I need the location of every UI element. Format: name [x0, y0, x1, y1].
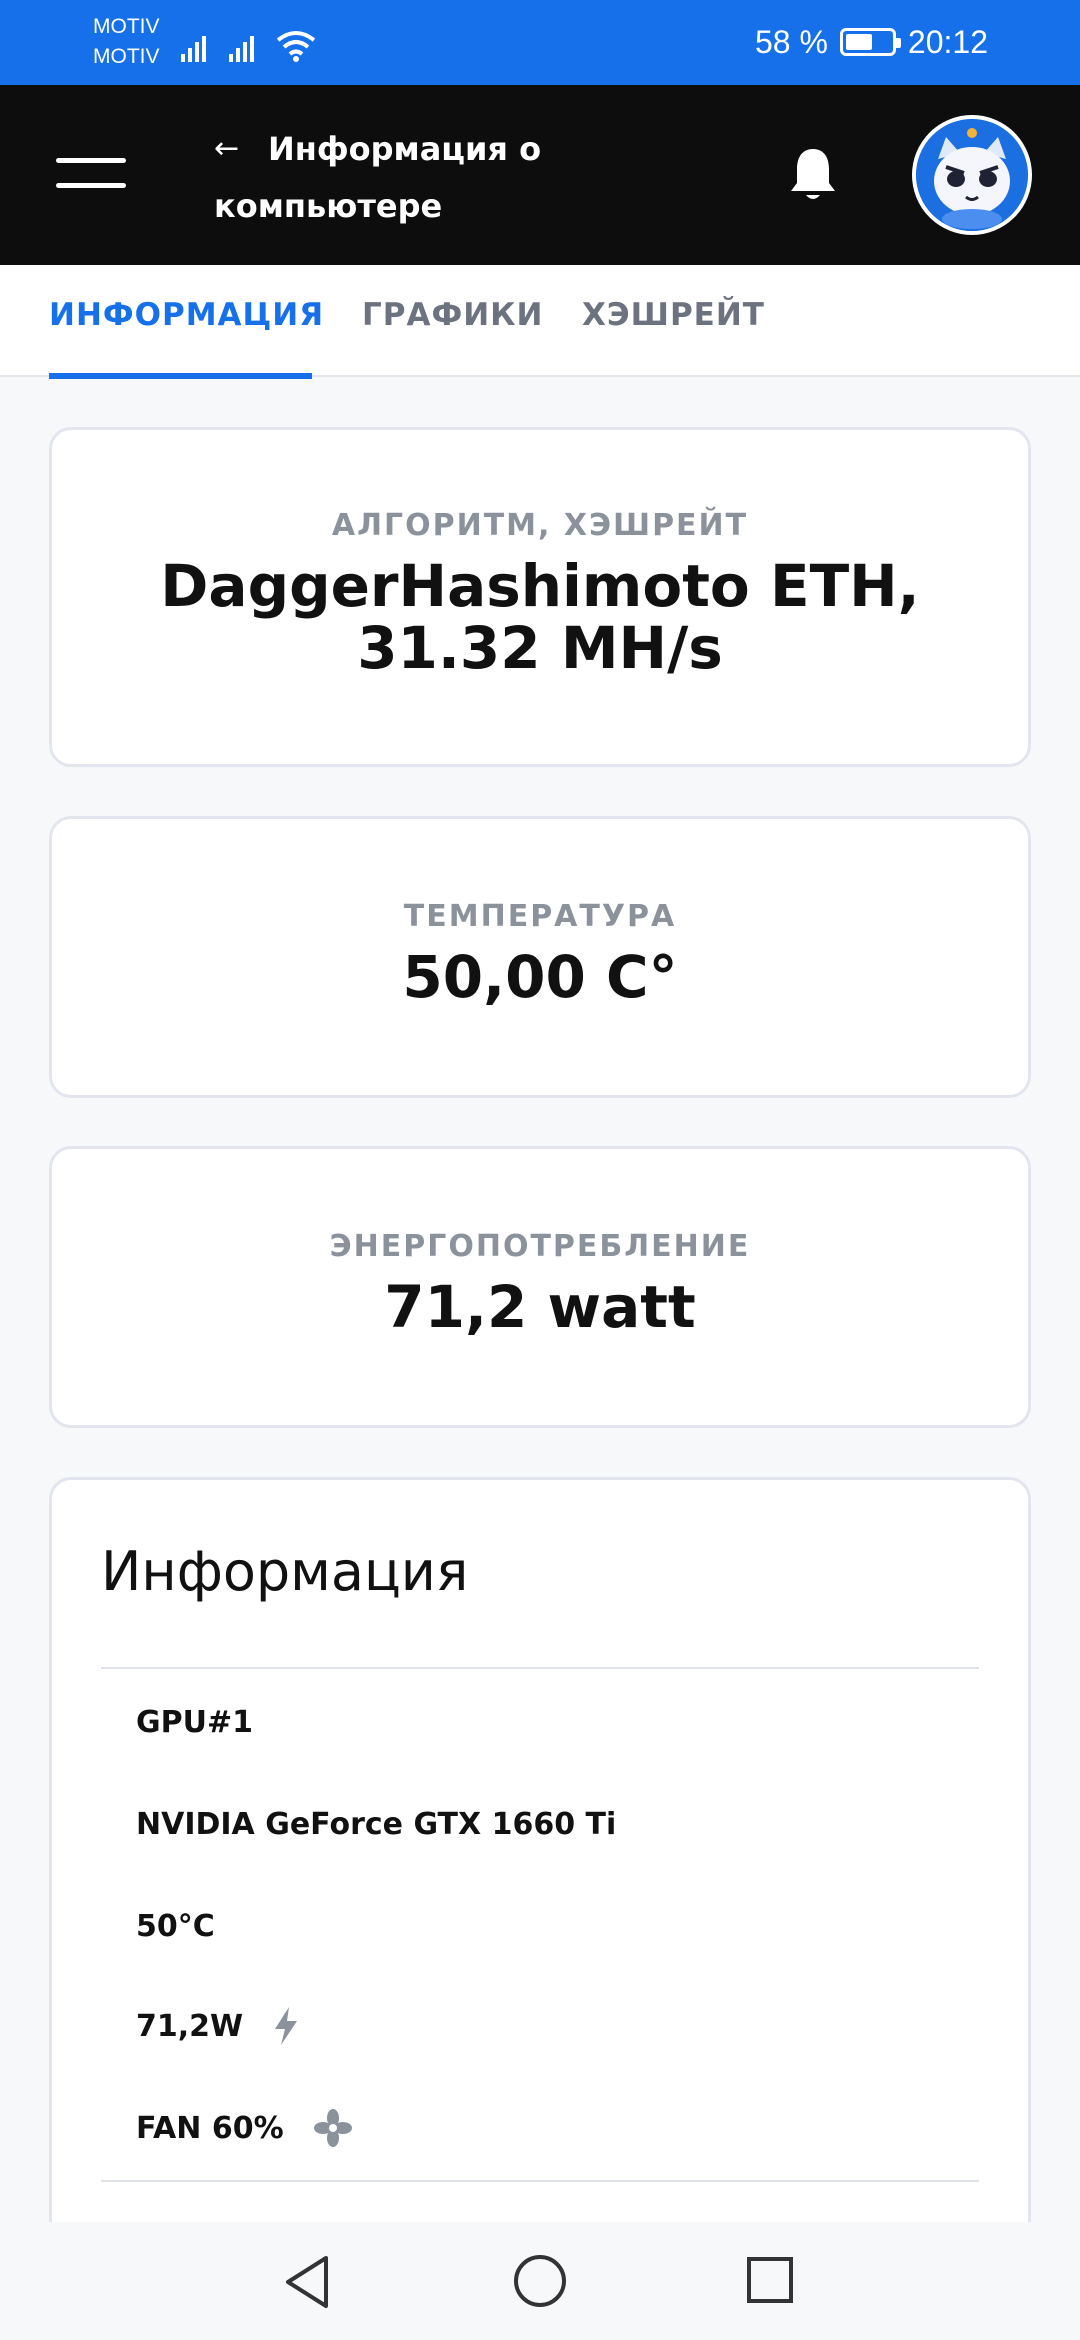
power-card: ЭНЕРГОПОТРЕБЛЕНИЕ 71,2 watt	[49, 1146, 1031, 1428]
tab-hashrate[interactable]: ХЭШРЕЙТ	[582, 265, 765, 377]
battery-fill	[845, 34, 872, 50]
gpu-model: NVIDIA GeForce GTX 1660 Ti	[136, 1807, 616, 1842]
wifi-icon	[276, 31, 316, 62]
tab-charts[interactable]: ГРАФИКИ	[362, 265, 543, 377]
hamburger-icon[interactable]	[56, 158, 126, 190]
temperature-label: ТЕМПЕРАТУРА	[403, 899, 677, 934]
power-label: ЭНЕРГОПОТРЕБЛЕНИЕ	[329, 1229, 751, 1264]
tab-bar: ИНФОРМАЦИЯ ГРАФИКИ ХЭШРЕЙТ	[0, 265, 1080, 379]
divider	[101, 1667, 979, 1669]
gpu-id: GPU#1	[136, 1705, 253, 1740]
clock: 20:12	[907, 23, 988, 60]
battery-percent: 58 %	[754, 23, 828, 60]
signal-icons	[180, 22, 316, 62]
gpu-id-text: GPU#1	[136, 1705, 253, 1740]
app-header: ← Информация о компьютере	[0, 85, 1080, 265]
page-title: Информация о компьютере	[214, 130, 542, 225]
battery-icon	[839, 28, 901, 56]
recents-nav-icon[interactable]	[746, 2256, 794, 2304]
gpu-power: 71,2W	[136, 2007, 299, 2045]
gpu-fan: FAN 60%	[136, 2109, 352, 2147]
info-title: Информация	[101, 1540, 469, 1603]
divider	[101, 2180, 979, 2182]
tab-information[interactable]: ИНФОРМАЦИЯ	[49, 265, 323, 379]
home-nav-icon[interactable]	[513, 2254, 567, 2308]
signal-icon	[229, 36, 254, 62]
signal-icon	[181, 36, 206, 62]
temperature-value: 50,00 C°	[402, 943, 678, 1011]
carrier-2: MOTIV	[93, 45, 160, 68]
avatar[interactable]	[912, 115, 1032, 235]
gpu-power-text: 71,2W	[136, 2008, 244, 2044]
gpu-temperature: 50°C	[136, 1909, 215, 1944]
algorithm-card: АЛГОРИТМ, ХЭШРЕЙТ DaggerHashimoto ETH, 3…	[49, 427, 1031, 767]
algorithm-value-line2: 31.32 MH/s	[357, 614, 723, 682]
gpu-temperature-text: 50°C	[136, 1909, 215, 1944]
bell-icon[interactable]	[788, 145, 838, 205]
status-right: 58 % 20:12	[755, 22, 988, 62]
carrier-names: MOTIV MOTIV	[93, 12, 160, 72]
status-bar: MOTIV MOTIV 58 % 20:12	[0, 0, 1080, 85]
system-nav-bar	[0, 2222, 1080, 2340]
algorithm-label: АЛГОРИТМ, ХЭШРЕЙТ	[331, 508, 749, 543]
temperature-card: ТЕМПЕРАТУРА 50,00 C°	[49, 816, 1031, 1098]
lightning-icon	[275, 2007, 298, 2045]
power-value: 71,2 watt	[384, 1273, 696, 1341]
fan-icon	[313, 2109, 352, 2147]
gpu-fan-text: FAN 60%	[136, 2110, 284, 2146]
back-nav-icon[interactable]	[282, 2254, 332, 2310]
carrier-1: MOTIV	[93, 15, 160, 38]
gpu-info-card: Информация GPU#1 NVIDIA GeForce GTX 1660…	[49, 1477, 1031, 2340]
gpu-model-text: NVIDIA GeForce GTX 1660 Ti	[136, 1807, 617, 1842]
cat-avatar-image	[916, 119, 1028, 231]
algorithm-value-line1: DaggerHashimoto ETH,	[160, 552, 920, 620]
